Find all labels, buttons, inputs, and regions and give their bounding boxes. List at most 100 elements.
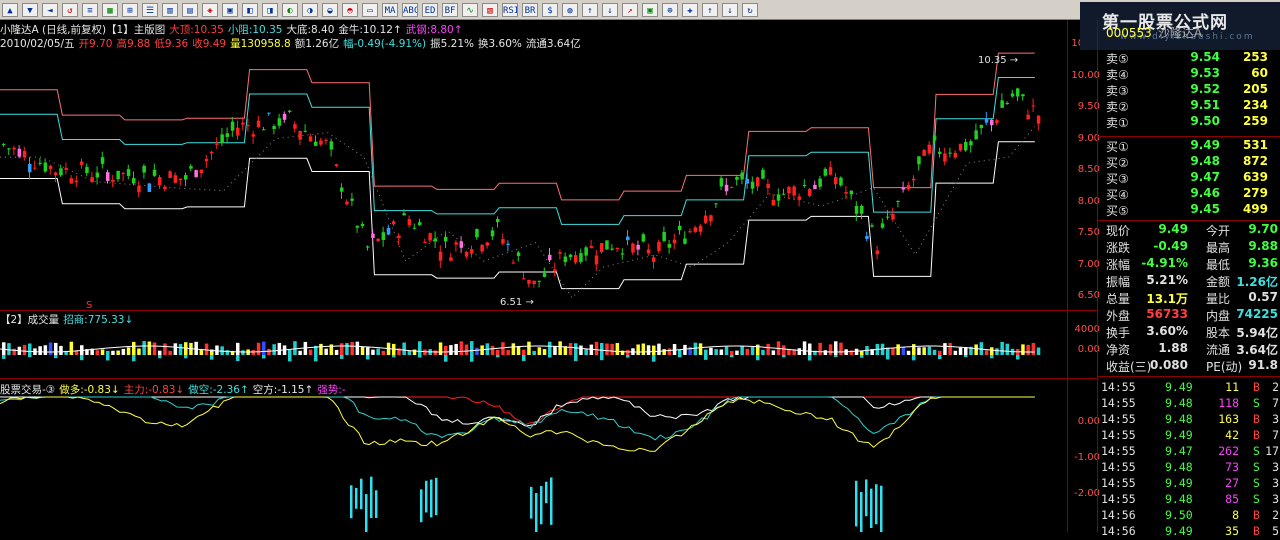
volume-bar (860, 350, 864, 355)
toolbar-button-6[interactable]: ⊞ (122, 2, 138, 17)
chart-area[interactable]: 小隆达A (日线,前复权)【1】主版图 大顶:10.35 小阻:10.35 大底:8.… (0, 20, 1100, 532)
tick-row: 14:56 9.49 35 B 5 (1101, 524, 1279, 540)
toolbar-button-10[interactable]: ◈ (202, 2, 218, 17)
toolbar-button-33[interactable]: ⊕ (662, 2, 678, 17)
candle-body (262, 129, 266, 131)
volume-bar (100, 349, 105, 355)
stat-value: 56733 (1146, 307, 1188, 321)
toolbar-button-24[interactable]: ▧ (482, 2, 498, 17)
toolbar-button-15[interactable]: ◑ (302, 2, 318, 17)
candle-body (48, 165, 53, 169)
stock-code[interactable]: 000553 沙隆达A (1106, 24, 1202, 41)
info-field-1: 开9.70 (78, 38, 113, 50)
toolbar-button-21[interactable]: ED (422, 2, 438, 17)
toolbar-button-18[interactable]: ▭ (362, 2, 378, 17)
volume-bar (121, 348, 126, 355)
toolbar-button-36[interactable]: ↓ (722, 2, 738, 17)
tick-time: 14:55 (1101, 396, 1136, 410)
toolbar-button-3[interactable]: ↺ (62, 2, 78, 17)
candle-body (142, 165, 146, 173)
tick-row: 14:55 9.49 27 S 3 (1101, 476, 1279, 492)
volume-bar (236, 342, 240, 355)
candle-body (771, 199, 776, 206)
toolbar-button-28[interactable]: ◍ (562, 2, 578, 17)
toolbar-button-16[interactable]: ◒ (322, 2, 338, 17)
bid-row[interactable]: 买③ 9.47 639 (1106, 170, 1278, 186)
volume-bar (594, 341, 599, 355)
toolbar-button-35[interactable]: ↑ (702, 2, 718, 17)
tick-row: 14:55 9.47 262 S 17 (1101, 444, 1279, 460)
volume-bar (657, 343, 661, 355)
chart-info-row: 2010/02/05/五 开9.70 高9.88 低9.36 收9.49 量130958.… (0, 36, 585, 51)
toolbar-button-34[interactable]: ✚ (682, 2, 698, 17)
volume-bar-neg (314, 355, 318, 362)
ask-row[interactable]: 卖② 9.51 234 (1106, 98, 1278, 114)
toolbar-button-9[interactable]: ▤ (182, 2, 198, 17)
toolbar-button-31[interactable]: ↗ (622, 2, 638, 17)
volume-bar (194, 341, 198, 355)
candle-body (194, 170, 198, 178)
indicator-bar (870, 488, 873, 528)
volume-chart[interactable] (0, 325, 1066, 375)
bid-row[interactable]: 买① 9.49 531 (1106, 138, 1278, 154)
ask-row[interactable]: 卖③ 9.52 205 (1106, 82, 1278, 98)
toolbar-button-14[interactable]: ◐ (282, 2, 298, 17)
bid-row[interactable]: 买⑤ 9.45 499 (1106, 202, 1278, 218)
tick-time: 14:55 (1101, 476, 1136, 490)
toolbar-button-5[interactable]: ▦ (102, 2, 118, 17)
tick-side: B (1253, 508, 1260, 522)
toolbar-button-8[interactable]: ▥ (162, 2, 178, 17)
toolbar-button-1[interactable]: ▼ (22, 2, 38, 17)
toolbar-button-7[interactable]: ☰ (142, 2, 158, 17)
tick-time: 14:55 (1101, 412, 1136, 426)
toolbar-button-32[interactable]: ▣ (642, 2, 658, 17)
title-field-5: 武钢:8.80↑ (405, 24, 463, 36)
candle-body (85, 166, 89, 174)
toolbar-button-26[interactable]: BR (522, 2, 538, 17)
indicator-chart[interactable] (0, 395, 1066, 532)
volume-bar (59, 345, 63, 355)
toolbar-button-2[interactable]: ◄ (42, 2, 58, 17)
toolbar-button-19[interactable]: MA (382, 2, 398, 17)
tick-count: 3 (1272, 476, 1279, 490)
tick-side: B (1253, 412, 1260, 426)
ask-row[interactable]: 卖⑤ 9.54 253 (1106, 50, 1278, 66)
candle-body (204, 158, 209, 162)
ask-row[interactable]: 卖④ 9.53 60 (1106, 66, 1278, 82)
candle-body (267, 112, 271, 114)
toolbar-button-11[interactable]: ▣ (222, 2, 238, 17)
volume-bar (490, 345, 495, 355)
toolbar-button-0[interactable]: ▲ (2, 2, 18, 17)
toolbar-button-4[interactable]: ≡ (82, 2, 98, 17)
candle-body (28, 163, 32, 173)
volume-bar (641, 343, 646, 355)
candle-body (454, 242, 458, 245)
toolbar-button-25[interactable]: RSI (502, 2, 518, 17)
toolbar-button-27[interactable]: $ (542, 2, 558, 17)
stat-label: 量比 (1206, 292, 1231, 306)
toolbar-button-29[interactable]: ↑ (582, 2, 598, 17)
toolbar-button-17[interactable]: ◓ (342, 2, 358, 17)
volume-bar (948, 342, 952, 355)
bid-price: 9.46 (1190, 186, 1220, 200)
candlestick-chart[interactable]: 10.35 → 6.51 → S (0, 50, 1066, 310)
bid-row[interactable]: 买② 9.48 872 (1106, 154, 1278, 170)
stat-value: 9.36 (1248, 256, 1278, 270)
title-field-3: 大底:8.40 (286, 24, 335, 36)
toolbar-button-13[interactable]: ◨ (262, 2, 278, 17)
toolbar-button-20[interactable]: ABC (402, 2, 418, 17)
toolbar-button-30[interactable]: ↓ (602, 2, 618, 17)
ask-price: 9.54 (1190, 50, 1220, 64)
toolbar-button-22[interactable]: BF (442, 2, 458, 17)
stat-label: 流通 (1206, 343, 1231, 357)
toolbar-button-23[interactable]: ∿ (462, 2, 478, 17)
ask-row[interactable]: 卖① 9.50 259 (1106, 114, 1278, 130)
bid-row[interactable]: 买④ 9.46 279 (1106, 186, 1278, 202)
candle-body (761, 169, 765, 179)
volume-bar (626, 349, 630, 355)
toolbar-button-12[interactable]: ◧ (242, 2, 258, 17)
candle-body (901, 187, 906, 190)
volume-bar (199, 350, 204, 355)
candle-body (745, 178, 750, 184)
toolbar-button-37[interactable]: ↻ (742, 2, 758, 17)
